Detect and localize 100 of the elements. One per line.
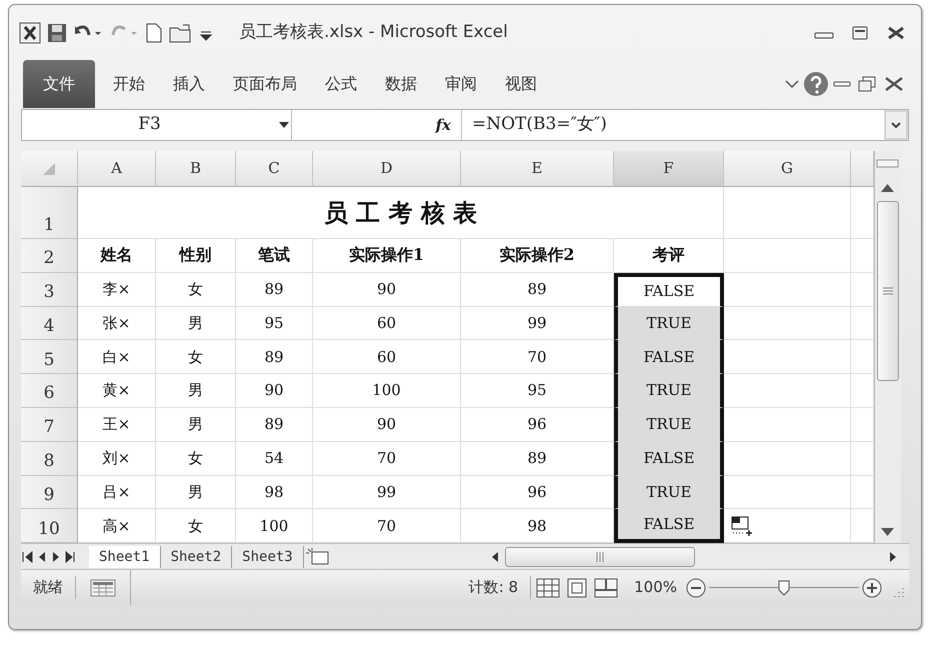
zoom-slider[interactable] <box>709 580 859 596</box>
table-cell: 男 <box>156 306 236 340</box>
table-cell: 男 <box>156 374 236 408</box>
table-cell: 90 <box>313 272 461 307</box>
table-cell: 吕× <box>78 476 156 510</box>
ribbon-tab[interactable]: 视图 <box>491 64 551 104</box>
table-cell: TRUE <box>614 408 724 442</box>
row-header[interactable]: 3 <box>21 272 78 307</box>
table-cell: 90 <box>313 408 461 442</box>
table-cell: 李× <box>78 272 156 307</box>
table-cell: 98 <box>236 476 313 510</box>
sheet-tab[interactable]: Sheet2 <box>160 546 232 568</box>
table-cell: 54 <box>236 442 313 476</box>
ribbon-tab[interactable]: 公式 <box>311 64 371 104</box>
row-header[interactable]: 1 <box>21 187 78 239</box>
table-cell: 89 <box>236 272 313 307</box>
table-cell: 89 <box>236 340 313 374</box>
row-header[interactable]: 2 <box>21 239 78 273</box>
ribbon-tab[interactable]: 页面布局 <box>219 64 311 104</box>
row-header[interactable]: 5 <box>21 340 78 374</box>
table-cell: 60 <box>313 340 461 374</box>
table-cell: 王× <box>78 408 156 442</box>
ribbon-tab[interactable]: 插入 <box>159 64 219 104</box>
save-icon[interactable] <box>47 23 67 43</box>
dropdown-arrow-icon[interactable] <box>277 120 291 130</box>
page-layout-view-icon[interactable] <box>565 578 590 598</box>
column-header[interactable]: G <box>724 151 851 187</box>
row-header[interactable]: 10 <box>21 509 78 544</box>
table-cell: TRUE <box>614 476 724 510</box>
help-icon[interactable] <box>803 71 829 97</box>
column-header[interactable]: E <box>461 151 614 187</box>
table-cell: FALSE <box>614 272 724 307</box>
row-header[interactable]: 4 <box>21 306 78 340</box>
table-cell: 60 <box>313 306 461 340</box>
split-box-icon[interactable] <box>875 158 900 169</box>
column-heading: 实际操作2 <box>461 239 614 273</box>
column-header[interactable]: D <box>313 151 461 187</box>
table-cell: 90 <box>236 374 313 408</box>
scrollbar-thumb[interactable] <box>505 546 695 567</box>
zoom-in-icon[interactable] <box>861 576 883 599</box>
open-folder-icon[interactable] <box>169 23 193 43</box>
table-cell: 70 <box>313 442 461 476</box>
table-cell: FALSE <box>614 509 724 544</box>
sheet-title: 员 工 考 核 表 <box>78 187 724 239</box>
column-heading: 实际操作1 <box>313 239 461 273</box>
table-cell: 女 <box>156 272 236 307</box>
sheet-tab[interactable]: Sheet3 <box>232 546 304 568</box>
table-cell: 刘× <box>78 442 156 476</box>
ribbon-tab[interactable]: 数据 <box>371 64 431 104</box>
insert-function-button[interactable]: fx <box>436 114 451 136</box>
column-heading: 性别 <box>156 239 236 273</box>
grip-icon <box>883 287 893 295</box>
row-header[interactable]: 8 <box>21 442 78 476</box>
zoom-slider-thumb[interactable] <box>778 580 790 596</box>
row-header[interactable]: 9 <box>21 476 78 510</box>
scrollbar-thumb[interactable] <box>877 201 899 381</box>
status-count: 计数: 8 <box>468 576 532 599</box>
window-title: 员工考核表.xlsx - Microsoft Excel <box>239 21 509 44</box>
table-cell: 95 <box>236 306 313 340</box>
table-cell: 男 <box>156 476 236 510</box>
column-header[interactable]: B <box>156 151 236 187</box>
excel-icon[interactable] <box>19 22 41 44</box>
formula-text: =NOT(B3=″女″) <box>471 113 608 136</box>
column-header[interactable]: C <box>236 151 313 187</box>
table-cell: FALSE <box>614 442 724 476</box>
name-box[interactable]: F3 <box>22 112 277 138</box>
row-header[interactable]: 7 <box>21 408 78 442</box>
ribbon-tab[interactable]: 开始 <box>99 64 159 104</box>
table-cell: 女 <box>156 340 236 374</box>
table-cell: TRUE <box>614 374 724 408</box>
table-cell: 99 <box>313 476 461 510</box>
table-cell: FALSE <box>614 340 724 374</box>
column-header[interactable]: F <box>614 151 724 187</box>
table-cell: 100 <box>313 374 461 408</box>
column-header[interactable]: A <box>78 151 156 187</box>
resize-grip-icon <box>893 586 905 598</box>
table-cell: 89 <box>236 408 313 442</box>
table-cell: 白× <box>78 340 156 374</box>
last-sheet-icon[interactable] <box>63 550 77 564</box>
zoom-out-icon[interactable] <box>685 576 707 599</box>
zoom-level[interactable]: 100% <box>634 576 677 599</box>
grip-icon <box>596 552 604 562</box>
new-document-icon[interactable] <box>145 23 163 43</box>
table-cell: 女 <box>156 442 236 476</box>
ribbon-tab[interactable]: 审阅 <box>431 64 491 104</box>
page-break-view-icon[interactable] <box>594 578 618 598</box>
row-header[interactable]: 6 <box>21 374 78 408</box>
column-heading: 姓名 <box>78 239 156 273</box>
table-cell: 男 <box>156 408 236 442</box>
expand-formula-bar-icon[interactable] <box>884 110 908 140</box>
status-mode: 就绪 <box>21 576 76 599</box>
file-tab[interactable]: 文件 <box>23 60 95 108</box>
macro-record-icon[interactable] <box>90 578 116 598</box>
column-heading: 笔试 <box>236 239 313 273</box>
normal-view-icon[interactable] <box>536 578 560 598</box>
first-sheet-icon[interactable] <box>21 550 35 564</box>
sheet-tab[interactable]: Sheet1 <box>89 546 161 568</box>
table-cell: TRUE <box>614 306 724 340</box>
table-cell: 张× <box>78 306 156 340</box>
auto-fill-options-icon[interactable] <box>730 514 754 537</box>
